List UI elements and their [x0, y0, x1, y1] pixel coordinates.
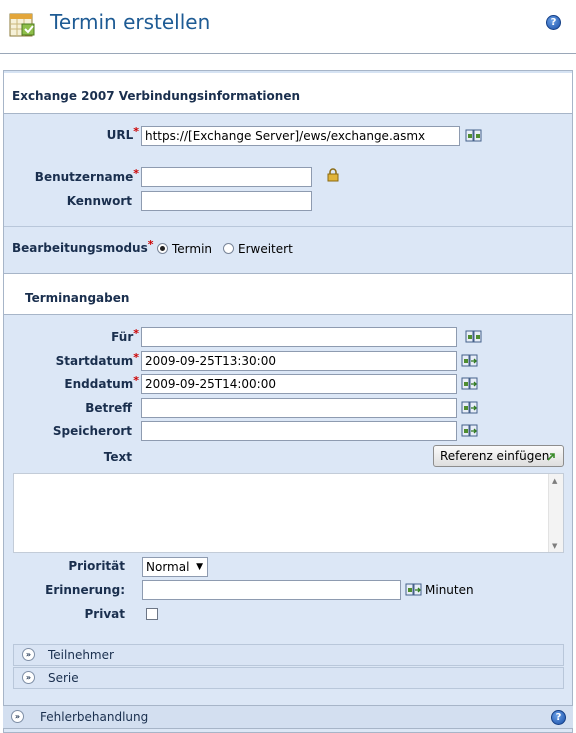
chevron-double-down-icon: »: [22, 671, 35, 684]
reminder-field[interactable]: [142, 580, 401, 600]
private-label: Privat: [84, 607, 125, 621]
address-book-icon[interactable]: [465, 330, 482, 344]
page-header: Termin erstellen ?: [0, 0, 576, 54]
form-panel: Exchange 2007 Verbindungsinformationen U…: [3, 70, 573, 733]
priority-select[interactable]: Normal ▼: [142, 557, 208, 577]
url-label: URL*: [106, 125, 139, 142]
for-field[interactable]: [141, 327, 457, 347]
subject-field[interactable]: [141, 398, 457, 418]
series-label: Serie: [48, 671, 79, 685]
address-book-icon[interactable]: [465, 129, 482, 143]
password-label: Kennwort: [66, 194, 132, 208]
username-field[interactable]: [141, 167, 312, 187]
participants-section[interactable]: » Teilnehmer: [13, 644, 564, 666]
chevron-double-down-icon: »: [11, 710, 24, 723]
radio-termin[interactable]: [157, 243, 168, 254]
reminder-label: Erinnerung:: [45, 583, 125, 597]
error-handling-label: Fehlerbehandlung: [40, 710, 149, 724]
radio-erweitert[interactable]: [223, 243, 234, 254]
radio-erweitert-label: Erweitert: [238, 242, 293, 256]
chevron-double-down-icon: »: [22, 648, 35, 661]
chevron-down-icon: ▼: [196, 562, 203, 572]
exchange-section-title: Exchange 2007 Verbindungsinformationen: [12, 89, 301, 103]
divider: [4, 226, 572, 227]
calendar-icon: [9, 13, 35, 37]
text-area[interactable]: ▲ ▼: [13, 473, 564, 553]
location-field[interactable]: [141, 421, 457, 441]
location-label: Speicherort: [52, 424, 132, 438]
priority-label: Priorität: [68, 559, 125, 573]
insert-value-icon[interactable]: [461, 424, 478, 438]
text-label: Text: [103, 450, 132, 464]
scroll-down-icon[interactable]: ▼: [552, 542, 557, 550]
series-section[interactable]: » Serie: [13, 667, 564, 689]
private-checkbox[interactable]: [146, 608, 158, 620]
start-date-label: Startdatum*: [55, 351, 139, 368]
help-icon[interactable]: ?: [551, 710, 566, 725]
end-date-label: Enddatum*: [64, 374, 139, 391]
reminder-unit: Minuten: [425, 583, 474, 597]
error-handling-section[interactable]: » Fehlerbehandlung ?: [3, 705, 573, 729]
appointment-section-title: Terminangaben: [25, 291, 130, 305]
insert-reference-button[interactable]: Referenz einfügen: [433, 445, 564, 467]
username-label: Benutzername*: [34, 167, 139, 184]
end-date-field[interactable]: 2009-09-25T14:00:00: [141, 374, 457, 394]
insert-value-icon[interactable]: [461, 401, 478, 415]
scroll-up-icon[interactable]: ▲: [552, 477, 557, 485]
exchange-section-header: Exchange 2007 Verbindungsinformationen: [4, 71, 572, 114]
url-field[interactable]: https://[Exchange Server]/ews/exchange.a…: [141, 126, 460, 146]
for-label: Für*: [111, 327, 139, 344]
insert-arrow-icon: [547, 453, 555, 461]
lock-icon: [327, 168, 339, 182]
start-date-field[interactable]: 2009-09-25T13:30:00: [141, 351, 457, 371]
scrollbar[interactable]: ▲ ▼: [548, 474, 563, 552]
participants-label: Teilnehmer: [48, 648, 114, 662]
subject-label: Betreff: [85, 401, 132, 415]
edit-mode-label: Bearbeitungsmodus*: [12, 238, 154, 255]
radio-termin-label: Termin: [172, 242, 213, 256]
password-field[interactable]: [141, 191, 312, 211]
page-title: Termin erstellen: [50, 10, 211, 34]
insert-value-icon[interactable]: [461, 354, 478, 368]
appointment-section-header: Terminangaben: [4, 273, 572, 315]
insert-value-icon[interactable]: [405, 583, 422, 597]
insert-value-icon[interactable]: [461, 377, 478, 391]
help-icon[interactable]: ?: [546, 15, 561, 30]
